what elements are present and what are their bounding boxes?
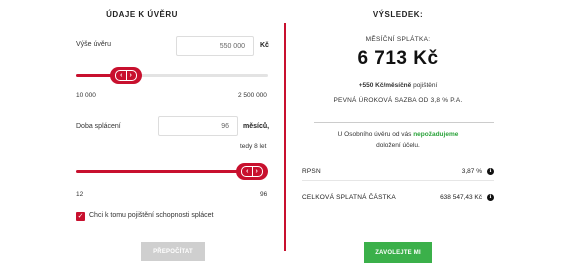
monthly-payment-label: MĚSÍČNÍ SPLÁTKA: (365, 36, 431, 43)
loan-amount-max: 2 500 000 (238, 92, 267, 99)
info-icon[interactable]: i (487, 168, 494, 175)
loan-amount-unit: Kč (260, 42, 269, 49)
chevron-right-icon: › (255, 168, 258, 175)
loan-term-label: Doba splácení (76, 123, 121, 130)
loan-amount-label: Výše úvěru (76, 41, 112, 48)
loan-amount-slider-thumb[interactable]: ‹ › (110, 67, 142, 84)
result-separator-top (314, 122, 494, 123)
loan-term-unit: měsíců, (243, 123, 270, 130)
info-icon[interactable]: i (487, 194, 494, 201)
call-me-button[interactable]: ZAVOLEJTE MI (364, 242, 432, 263)
loan-term-note: tedy 8 let (240, 143, 267, 150)
insurance-checkbox[interactable]: ✓ (76, 212, 85, 221)
loan-details-panel: ÚDAJE K ÚVĚRU Výše úvěru Kč ‹› 10 000 2 … (0, 0, 284, 269)
insurance-checkbox-label: Chci k tomu pojištění schopnosti splácet (89, 212, 214, 219)
result-heading: VÝSLEDEK: (372, 10, 424, 19)
loan-amount-input[interactable] (176, 36, 254, 56)
chevron-left-icon: ‹ (120, 72, 123, 79)
insurance-note: +550 Kč/měsíčně pojištění (286, 82, 510, 89)
result-panel: VÝSLEDEK: MĚSÍČNÍ SPLÁTKA: 6 713 Kč +550… (286, 0, 570, 269)
result-separator-bottom (302, 180, 494, 181)
chevron-right-icon: › (129, 72, 132, 79)
interest-rate-text: PEVNÁ ÚROKOVÁ SAZBA OD 3,8 % P.A. (333, 97, 463, 104)
chevron-left-icon: ‹ (246, 168, 249, 175)
loan-term-min: 12 (76, 191, 84, 198)
loan-term-max: 96 (260, 191, 268, 198)
no-proof-line-2: doložení účelu. (376, 142, 420, 149)
loan-term-slider-thumb[interactable]: ‹ › (236, 163, 268, 180)
monthly-payment-amount: 6 713 Kč (357, 48, 439, 69)
no-proof-text: U Osobního úvěru od vás (337, 131, 412, 138)
loan-amount-slider-track[interactable] (76, 74, 268, 77)
rpsn-label: RPSN (302, 168, 321, 175)
insurance-note-amount: +550 Kč/měsíčně (358, 82, 412, 89)
rpsn-value: 3,87 % (461, 168, 482, 175)
no-proof-highlight: nepožadujeme (413, 131, 459, 138)
loan-term-input[interactable] (158, 116, 238, 136)
no-proof-line-1: U Osobního úvěru od vás nepožadujeme (286, 131, 510, 138)
loan-amount-min: 10 000 (76, 92, 96, 99)
loan-details-heading: ÚDAJE K ÚVĚRU (106, 10, 178, 19)
total-amount-label: CELKOVÁ SPLATNÁ ČÁSTKA (302, 194, 396, 201)
loan-term-slider-fill (76, 170, 251, 173)
total-amount-value: 638 547,43 Kč (440, 194, 482, 201)
insurance-note-text: pojištění (413, 82, 438, 89)
recalculate-button[interactable]: PŘEPOČÍTAT (141, 242, 205, 261)
